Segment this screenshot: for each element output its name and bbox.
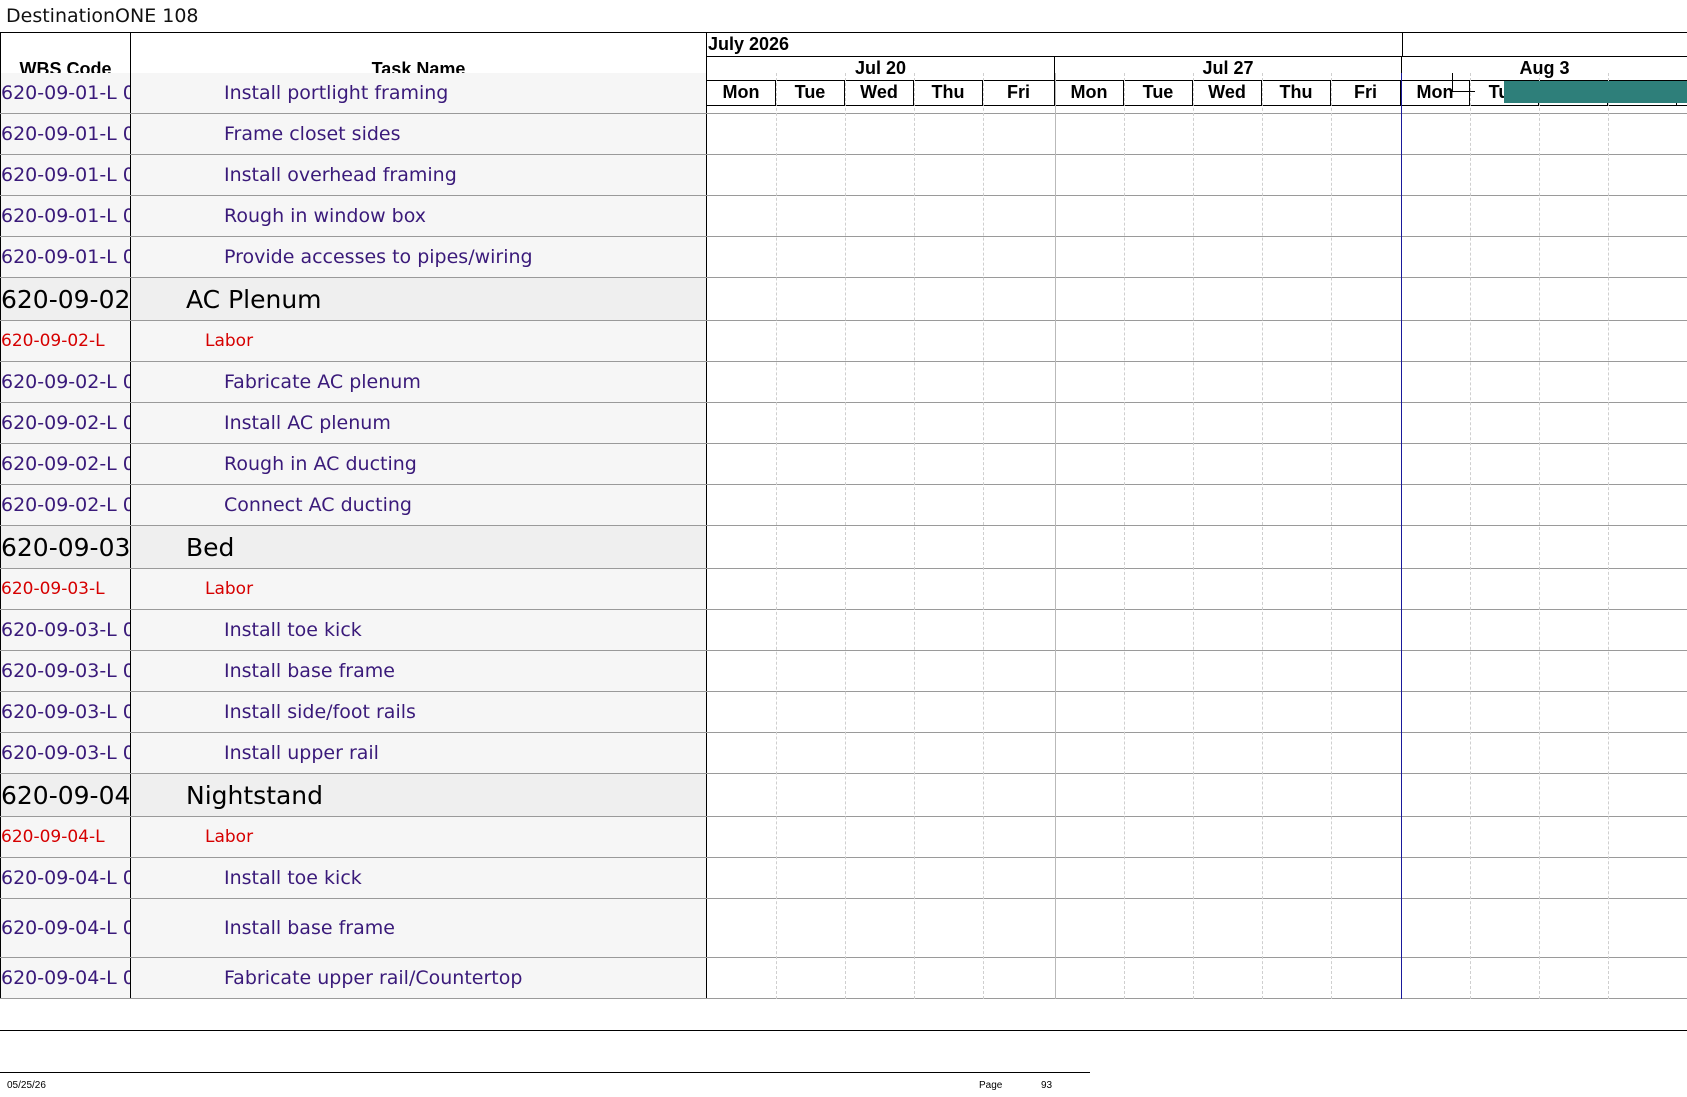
task-name: Frame closet sides: [131, 114, 707, 154]
wbs-code: 620-09-04-L 0: [0, 858, 131, 898]
wbs-code: 620-09-01-L 0: [0, 155, 131, 195]
task-name: Rough in window box: [131, 196, 707, 236]
document-title: DestinationONE 108: [6, 5, 199, 27]
task-row[interactable]: 620-09-04-L 0 Install base frame: [0, 899, 1687, 958]
page-number: 93: [1041, 1080, 1053, 1091]
task-name: Install upper rail: [131, 733, 707, 773]
labor-row[interactable]: 620-09-02-L Labor: [0, 321, 1687, 362]
task-name: AC Plenum: [131, 278, 707, 320]
wbs-code: 620-09-01-L 0: [0, 237, 131, 277]
wbs-code: 620-09-04-L 0: [0, 958, 131, 998]
task-name: Nightstand: [131, 774, 707, 816]
page-label: Page: [979, 1080, 1003, 1091]
task-row[interactable]: 620-09-02-L 0 Install AC plenum: [0, 403, 1687, 444]
task-name: Provide accesses to pipes/wiring: [131, 237, 707, 277]
task-name: Install toe kick: [131, 858, 707, 898]
wbs-code: 620-09-01-L 0: [0, 196, 131, 236]
wbs-code: 620-09-02: [0, 278, 131, 320]
wbs-code: 620-09-03-L 0: [0, 610, 131, 650]
task-row[interactable]: 620-09-03-L 0 Install toe kick: [0, 610, 1687, 651]
task-row[interactable]: 620-09-01-L 0 Provide accesses to pipes/w…: [0, 237, 1687, 278]
wbs-code: 620-09-03-L 0: [0, 733, 131, 773]
task-row[interactable]: 620-09-04-L 0 Install toe kick: [0, 858, 1687, 899]
task-name: Labor: [131, 817, 707, 857]
task-row[interactable]: 620-09-01-L 0 Install overhead framing: [0, 155, 1687, 196]
task-name: Install base frame: [131, 651, 707, 691]
task-row[interactable]: 620-09-02-L 0 Connect AC ducting: [0, 485, 1687, 526]
wbs-code: 620-09-03: [0, 526, 131, 568]
task-row[interactable]: 620-09-01-L 0 Install portlight framing: [0, 73, 1687, 114]
section-row[interactable]: 620-09-03 Bed: [0, 526, 1687, 569]
wbs-code: 620-09-02-L 0: [0, 444, 131, 484]
task-name: Install base frame: [131, 899, 707, 957]
task-name: Install portlight framing: [131, 73, 707, 113]
wbs-code: 620-09-04-L 0: [0, 899, 131, 957]
wbs-code: 620-09-04-L: [0, 817, 131, 857]
task-row[interactable]: 620-09-03-L 0 Install upper rail: [0, 733, 1687, 774]
wbs-code: 620-09-02-L 0: [0, 362, 131, 402]
task-name: Install side/foot rails: [131, 692, 707, 732]
task-row[interactable]: 620-09-01-L 0 Rough in window box: [0, 196, 1687, 237]
wbs-code: 620-09-02-L 0: [0, 485, 131, 525]
labor-row[interactable]: 620-09-04-L Labor: [0, 817, 1687, 858]
task-row[interactable]: 620-09-01-L 0 Frame closet sides: [0, 114, 1687, 155]
task-name: Fabricate upper rail/Countertop: [131, 958, 707, 998]
task-name: Bed: [131, 526, 707, 568]
task-row[interactable]: 620-09-03-L 0 Install base frame: [0, 651, 1687, 692]
wbs-code: 620-09-03-L 0: [0, 651, 131, 691]
task-row[interactable]: 620-09-04-L 0 Fabricate upper rail/Counte…: [0, 958, 1687, 999]
task-name: Install toe kick: [131, 610, 707, 650]
page-footer: 05/25/26 Page 93: [0, 1072, 1090, 1097]
task-row[interactable]: 620-09-02-L 0 Fabricate AC plenum: [0, 362, 1687, 403]
task-name: Install AC plenum: [131, 403, 707, 443]
task-name: Fabricate AC plenum: [131, 362, 707, 402]
task-name: Connect AC ducting: [131, 485, 707, 525]
section-row[interactable]: 620-09-02 AC Plenum: [0, 278, 1687, 321]
task-name: Labor: [131, 321, 707, 361]
print-date: 05/25/26: [7, 1080, 46, 1091]
task-row[interactable]: 620-09-02-L 0 Rough in AC ducting: [0, 444, 1687, 485]
labor-row[interactable]: 620-09-03-L Labor: [0, 569, 1687, 610]
wbs-code: 620-09-03-L: [0, 569, 131, 609]
section-row[interactable]: 620-09-04 Nightstand: [0, 774, 1687, 817]
wbs-code: 620-09-03-L 0: [0, 692, 131, 732]
wbs-code: 620-09-04: [0, 774, 131, 816]
task-name: Install overhead framing: [131, 155, 707, 195]
month-header-row: July 2026: [707, 33, 1687, 56]
wbs-code: 620-09-01-L 0: [0, 114, 131, 154]
task-name: Labor: [131, 569, 707, 609]
month-label-august: [1403, 33, 1404, 56]
month-label-july: July 2026: [708, 34, 790, 54]
wbs-code: 620-09-02-L 0: [0, 403, 131, 443]
wbs-code: 620-09-02-L: [0, 321, 131, 361]
task-name: Rough in AC ducting: [131, 444, 707, 484]
task-row[interactable]: 620-09-03-L 0 Install side/foot rails: [0, 692, 1687, 733]
wbs-code: 620-09-01-L 0: [0, 73, 131, 113]
